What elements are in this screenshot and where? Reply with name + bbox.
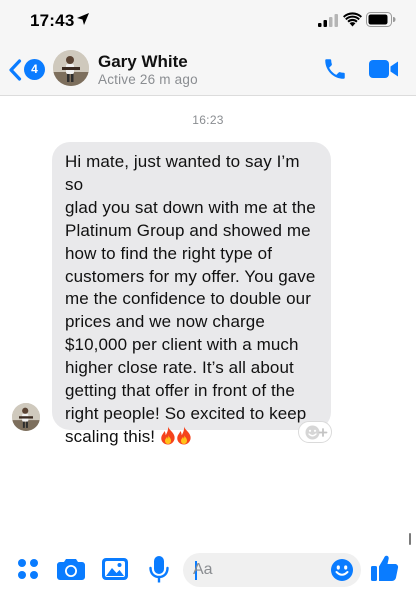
sender-avatar[interactable] <box>12 403 40 431</box>
chevron-left-icon <box>9 59 22 81</box>
contact-name[interactable]: Gary White <box>98 52 188 72</box>
microphone-icon[interactable] <box>149 556 169 584</box>
add-reaction-icon <box>305 425 328 440</box>
photo-gallery-icon[interactable] <box>102 557 128 581</box>
smiley-icon[interactable] <box>330 558 354 582</box>
camera-icon[interactable] <box>57 557 85 581</box>
fire-emoji <box>161 426 175 445</box>
active-status: Active 26 m ago <box>98 72 198 87</box>
fire-emoji <box>177 426 191 445</box>
cellular-signal-icon <box>318 14 338 27</box>
conversation-header: 4 Gary White Active 26 m ago <box>0 42 416 96</box>
top-bar: 17:43 4 Gary White Active 26 m ago <box>0 0 416 96</box>
message-timestamp: 16:23 <box>192 113 224 127</box>
message-input-wrapper <box>183 553 361 587</box>
status-time: 17:43 <box>30 11 75 30</box>
battery-icon <box>366 12 396 27</box>
message-composer <box>0 548 416 594</box>
status-bar: 17:43 <box>0 0 416 40</box>
contact-avatar[interactable] <box>53 50 89 86</box>
scroll-indicator <box>409 533 411 545</box>
add-reaction-button[interactable] <box>298 421 332 443</box>
unread-count-badge: 4 <box>24 59 45 80</box>
message-input[interactable] <box>193 555 323 585</box>
avatar-photo <box>53 50 89 86</box>
back-button[interactable]: 4 <box>6 56 46 84</box>
video-camera-icon[interactable] <box>369 59 399 79</box>
phone-icon[interactable] <box>322 56 348 82</box>
incoming-message-bubble[interactable]: Hi mate, just wanted to say I’m so glad … <box>52 142 331 446</box>
four-dots-icon[interactable] <box>17 558 39 580</box>
avatar-photo <box>12 403 40 431</box>
message-text: Hi mate, just wanted to say I’m so glad … <box>65 151 319 449</box>
message-body: Hi mate, just wanted to say I’m so glad … <box>65 152 316 446</box>
wifi-icon <box>343 12 362 27</box>
thumbs-up-icon[interactable] <box>371 554 399 582</box>
location-arrow-icon <box>77 13 89 25</box>
